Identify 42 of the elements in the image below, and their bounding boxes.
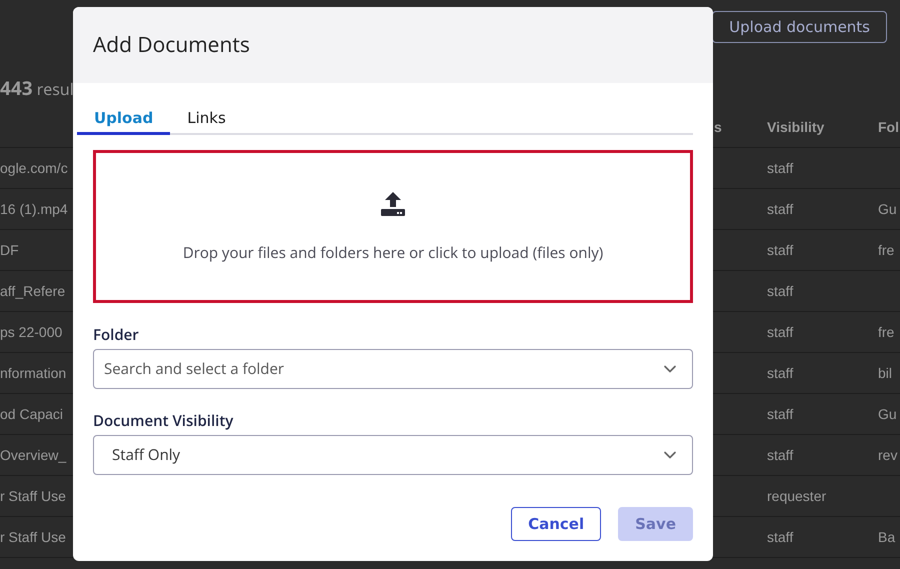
tab[interactable]: Links — [170, 103, 243, 135]
select-field[interactable]: Search and select a folder — [93, 349, 693, 389]
table-cell: fre — [878, 324, 894, 340]
table-cell: staff — [767, 160, 794, 176]
results-count: 443 resul — [0, 74, 74, 100]
table-cell: staff — [767, 201, 794, 217]
table-cell: r Staff Use — [0, 529, 66, 545]
table-cell: ps 22-000 — [0, 324, 62, 340]
cancel-button[interactable]: Cancel — [511, 507, 602, 541]
table-cell: r Staff Use — [0, 488, 66, 504]
column-header: s — [714, 119, 722, 135]
column-header: Visibility — [767, 119, 824, 135]
table-cell: aff_Refere — [0, 283, 66, 299]
table-cell: staff — [767, 529, 794, 545]
drop-zone-text: Drop your files and folders here or click to upload (files only) — [182, 242, 604, 262]
table-cell: staff — [767, 365, 794, 381]
table-cell: staff — [767, 242, 794, 258]
select-field[interactable]: Staff Only — [93, 435, 693, 475]
upload-icon — [380, 190, 406, 216]
table-cell: Ba — [878, 529, 896, 545]
table-cell: fre — [878, 242, 894, 258]
table-cell: od Capaci — [0, 406, 64, 422]
table-cell: 16 (1).mp4 — [0, 201, 68, 217]
field-label: Folder — [93, 325, 140, 345]
table-cell: DF — [0, 242, 19, 258]
table-cell: Gu — [878, 406, 897, 422]
table-cell: rev — [878, 447, 898, 463]
dialog-title: Add Documents — [93, 31, 250, 59]
table-cell: nformation — [0, 365, 66, 381]
tab[interactable]: Upload — [77, 103, 170, 135]
column-header: Fol — [878, 119, 899, 135]
table-cell: staff — [767, 324, 794, 340]
table-cell: staff — [767, 447, 794, 463]
table-cell: staff — [767, 406, 794, 422]
drop-zone[interactable]: Drop your files and folders here or click to upload (files only) — [93, 150, 693, 303]
table-cell: Gu — [878, 201, 897, 217]
table-cell: requester — [767, 488, 826, 504]
table-cell: ogle.com/c — [0, 160, 68, 176]
field-label: Document Visibility — [93, 411, 234, 431]
table-cell: Overview_ — [0, 447, 66, 463]
table-cell: bil — [878, 365, 892, 381]
table-cell: staff — [767, 283, 794, 299]
